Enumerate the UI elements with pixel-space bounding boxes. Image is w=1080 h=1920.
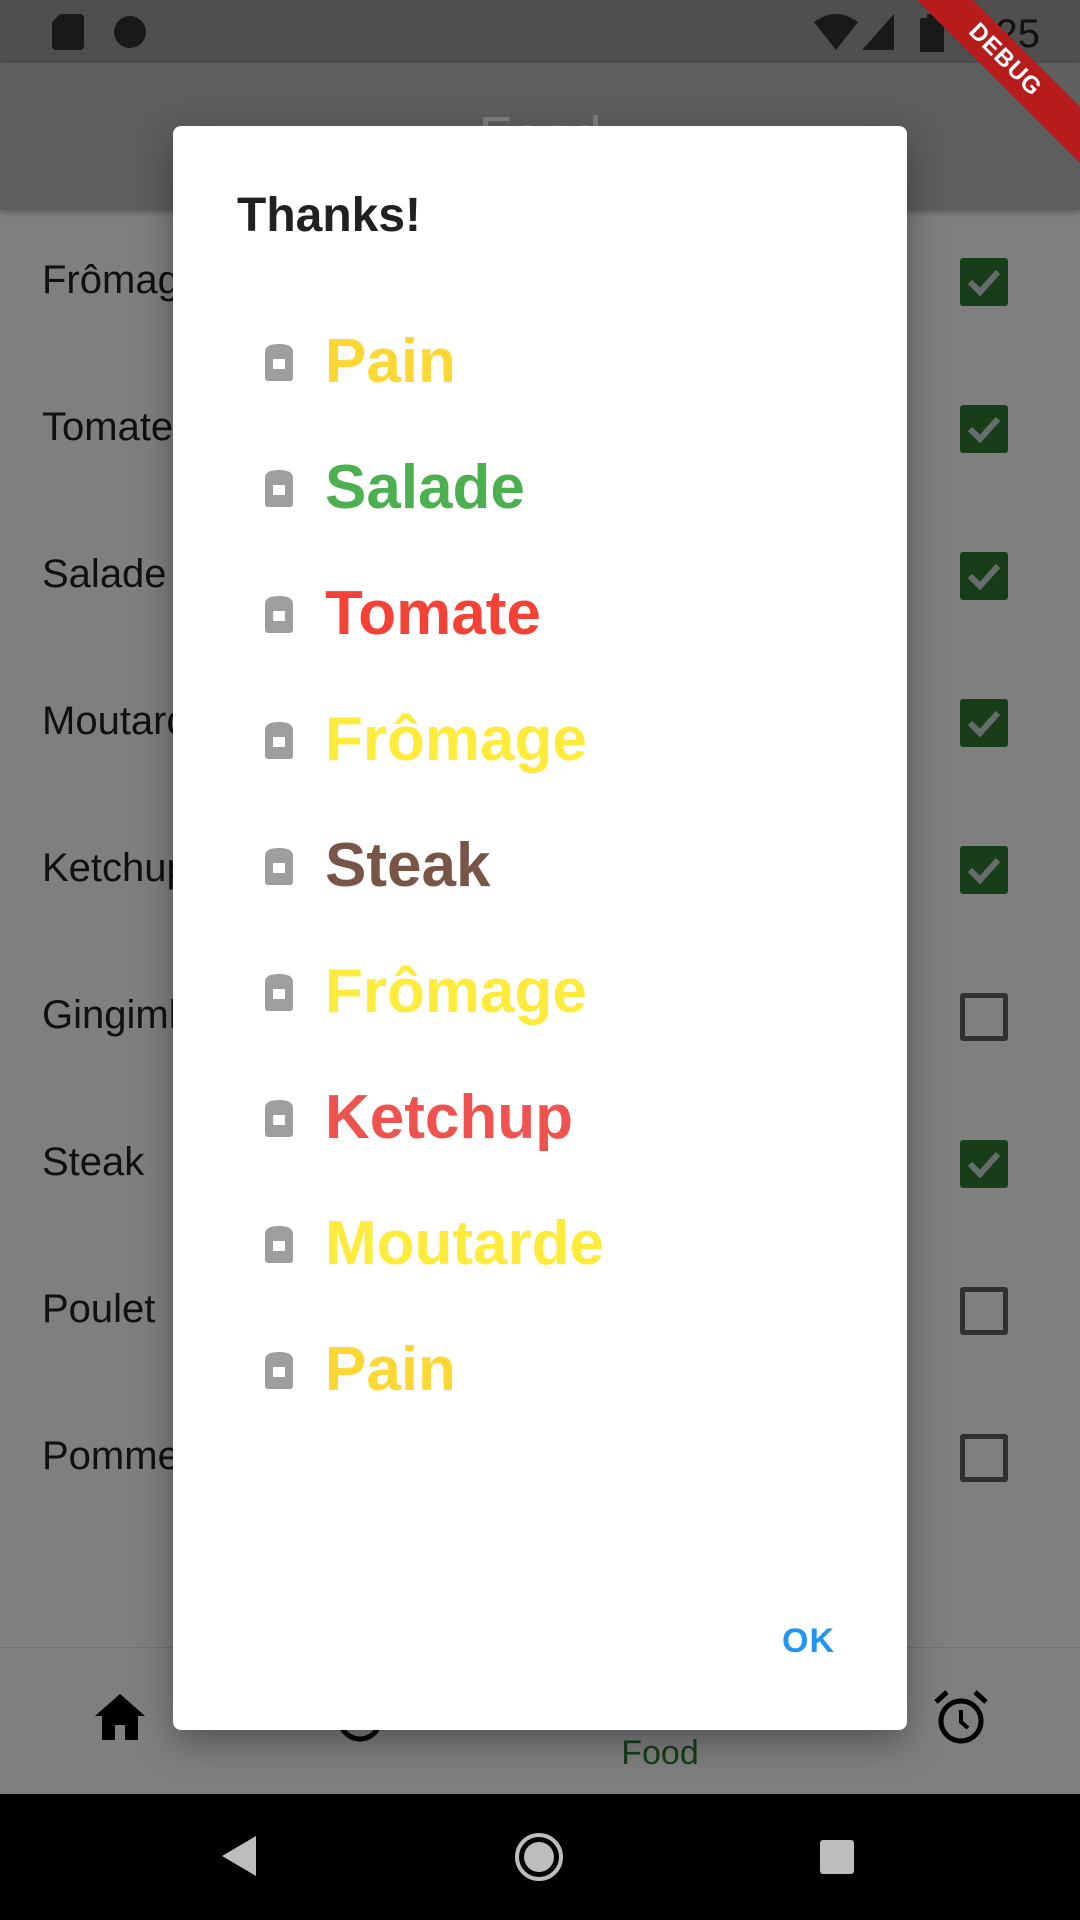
dialog-item-text: Frômage bbox=[325, 705, 587, 774]
dialog-item-text: Salade bbox=[325, 453, 525, 522]
bread-icon bbox=[265, 344, 293, 381]
ok-button[interactable]: OK bbox=[782, 1622, 835, 1661]
dialog-item-text: Ketchup bbox=[325, 1083, 573, 1152]
dialog-item-text: Frômage bbox=[325, 957, 587, 1026]
bread-icon bbox=[265, 722, 293, 759]
bread-icon bbox=[265, 1352, 293, 1389]
recents-icon[interactable] bbox=[820, 1840, 854, 1874]
dialog-item-text: Moutarde bbox=[325, 1209, 604, 1278]
dialog-item-text: Tomate bbox=[325, 579, 541, 648]
bread-icon bbox=[265, 1100, 293, 1137]
back-icon[interactable] bbox=[222, 1836, 256, 1876]
dialog-item-text: Pain bbox=[325, 1335, 456, 1404]
thanks-dialog: Thanks! Pain Salade Tomate Frômage Steak… bbox=[173, 126, 907, 1730]
dialog-item-text: Steak bbox=[325, 831, 491, 900]
bread-icon bbox=[265, 848, 293, 885]
bread-icon bbox=[265, 596, 293, 633]
system-nav-bar bbox=[0, 1794, 1080, 1920]
bread-icon bbox=[265, 974, 293, 1011]
bread-icon bbox=[265, 470, 293, 507]
dialog-title: Thanks! bbox=[237, 189, 422, 242]
home-button-icon[interactable] bbox=[514, 1832, 564, 1882]
bread-icon bbox=[265, 1226, 293, 1263]
dialog-item-text: Pain bbox=[325, 327, 456, 396]
